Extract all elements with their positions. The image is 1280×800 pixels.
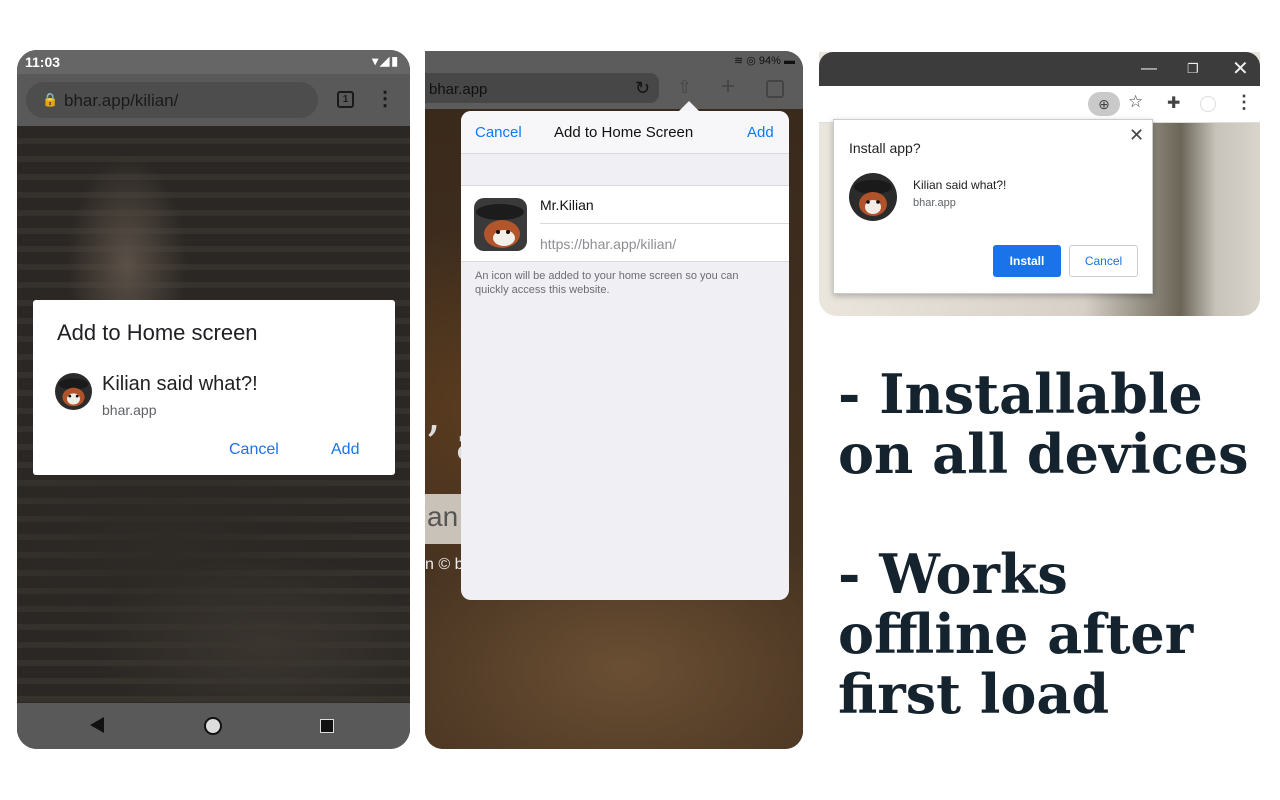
restore-icon[interactable]: ❐	[1187, 61, 1199, 77]
popup-app-name: Kilian said what?!	[913, 178, 1007, 192]
android-phone-frame: 11:03 ▾◢▮ 🔒 bhar.app/kilian/ 1 ⋮ Add to …	[17, 50, 410, 749]
reload-icon[interactable]: ↻	[635, 78, 650, 99]
dialog-domain: bhar.app	[102, 402, 157, 418]
add-button[interactable]: Add	[747, 124, 774, 141]
cancel-button[interactable]: Cancel	[475, 124, 522, 141]
status-icons: ▾◢▮	[372, 54, 400, 68]
android-url-bar[interactable]: 🔒 bhar.app/kilian/	[26, 82, 318, 118]
sheet-nav-bar: Cancel Add to Home Screen Add	[461, 111, 789, 154]
bookmark-star-icon[interactable]: ☆	[1128, 92, 1143, 112]
more-menu-icon[interactable]: ⋮	[375, 86, 395, 111]
desktop-browser-frame: — ❐ ✕ ⊕ ☆ ✚ ⋮ Install app? ✕ Kilian said…	[819, 52, 1260, 316]
app-name-field[interactable]: Mr.Kilian	[540, 197, 594, 213]
close-icon[interactable]: ✕	[1129, 125, 1144, 146]
android-url-text: bhar.app/kilian/	[64, 91, 179, 110]
install-button[interactable]: Install	[993, 245, 1061, 277]
sheet-help-text: An icon will be added to your home scree…	[475, 270, 739, 296]
android-status-bar: 11:03 ▾◢▮	[17, 50, 410, 74]
cancel-button[interactable]: Cancel	[1069, 245, 1138, 277]
chrome-toolbar: ⊕ ☆ ✚ ⋮	[819, 86, 1260, 123]
app-url-text: https://bhar.app/kilian/	[540, 236, 677, 252]
popup-domain: bhar.app	[913, 197, 956, 209]
android-nav-bar	[17, 703, 410, 749]
ipad-safari-toolbar: bhar.app ↻ ⇧ +	[425, 71, 803, 109]
recent-apps-icon[interactable]	[320, 719, 334, 733]
share-icon[interactable]: ⇧	[677, 77, 692, 98]
background-input-text: an	[427, 501, 459, 532]
feature-offline: - Works offline after first load	[838, 542, 1194, 726]
field-divider	[540, 223, 789, 224]
sheet-title: Add to Home Screen	[554, 124, 694, 141]
background-footer-text: n © b	[425, 556, 464, 573]
minimize-icon[interactable]: —	[1141, 60, 1157, 78]
ipad-frame: ≋ ◎ 94% ▬ bhar.app ↻ ⇧ + ’ a an n © b Ca…	[425, 51, 803, 749]
dialog-title: Add to Home screen	[57, 320, 258, 345]
tab-count-button[interactable]: 1	[337, 91, 354, 108]
install-app-popup: Install app? ✕ Kilian said what?! bhar.a…	[833, 119, 1153, 294]
lock-icon: 🔒	[42, 92, 59, 107]
cancel-button[interactable]: Cancel	[229, 441, 279, 459]
tabs-overview-icon[interactable]	[766, 80, 784, 98]
app-info-card: Mr.Kilian https://bhar.app/kilian/	[461, 185, 789, 262]
profile-icon[interactable]	[1200, 96, 1216, 112]
status-time: 11:03	[25, 54, 61, 70]
add-to-home-screen-sheet: Cancel Add to Home Screen Add Mr.Kilian …	[461, 111, 789, 600]
install-app-icon[interactable]: ⊕	[1088, 92, 1120, 116]
battery-percent: 94%	[758, 55, 781, 67]
android-browser-toolbar: 🔒 bhar.app/kilian/ 1 ⋮	[17, 74, 410, 126]
extensions-icon[interactable]: ✚	[1167, 93, 1180, 113]
add-to-home-dialog: Add to Home screen Kilian said what?! bh…	[33, 300, 395, 475]
chrome-menu-icon[interactable]: ⋮	[1235, 92, 1253, 113]
ipad-url-text: bhar.app	[429, 81, 488, 98]
new-tab-icon[interactable]: +	[721, 73, 735, 101]
red-panda-app-icon	[474, 198, 527, 251]
popup-title: Install app?	[849, 140, 921, 156]
home-icon[interactable]	[204, 717, 222, 735]
red-panda-avatar-icon	[849, 173, 897, 221]
window-title-bar: — ❐ ✕	[819, 52, 1260, 86]
dialog-app-name: Kilian said what?!	[102, 373, 258, 395]
red-panda-avatar-icon	[55, 373, 92, 410]
battery-status: ≋ ◎ 94% ▬	[733, 55, 795, 67]
feature-installable: - Installable on all devices	[838, 362, 1249, 486]
ipad-status-bar: ≋ ◎ 94% ▬	[425, 51, 803, 71]
back-icon[interactable]	[90, 717, 104, 733]
close-window-icon[interactable]: ✕	[1232, 56, 1249, 81]
ipad-url-bar[interactable]: bhar.app ↻	[425, 73, 659, 103]
add-button[interactable]: Add	[331, 441, 359, 459]
